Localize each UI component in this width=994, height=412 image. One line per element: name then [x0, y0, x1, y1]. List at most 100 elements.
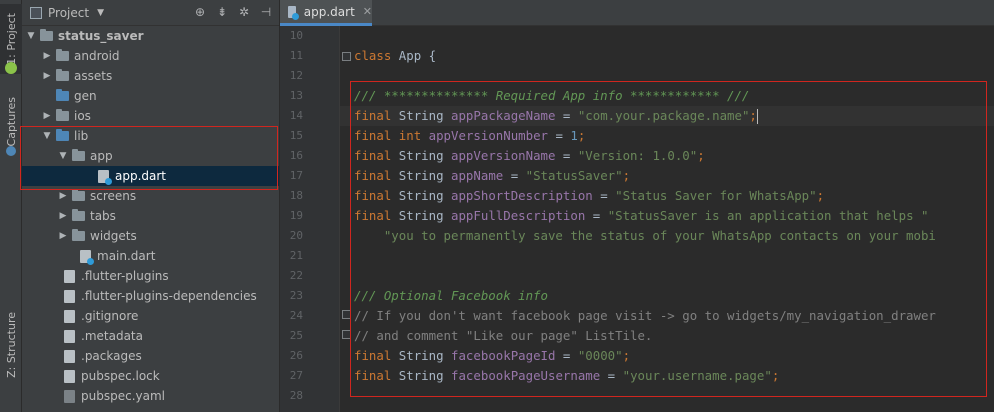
tree-item-tabs[interactable]: ▶ tabs	[22, 206, 279, 226]
tree-item-label: .flutter-plugins	[81, 269, 169, 283]
tree-item-gen[interactable]: gen	[22, 86, 279, 106]
project-panel: Project ▼ ⊕ ⇟ ✲ ⊣ ▼ status_saver ▶ andro…	[20, 0, 280, 412]
tree-item-widgets[interactable]: ▶ widgets	[22, 226, 279, 246]
line-number: 21	[289, 249, 303, 262]
tab-label: app.dart	[303, 4, 355, 19]
tree-item-screens[interactable]: ▶ screens	[22, 186, 279, 206]
folder-icon	[72, 229, 85, 241]
tree-item-label: .gitignore	[81, 309, 139, 323]
tree-item-flutter-plugins-dependencies[interactable]: .flutter-plugins-dependencies	[22, 286, 279, 306]
tree-item-label: main.dart	[97, 249, 156, 263]
line-number: 16	[289, 149, 303, 162]
tree-item-label: screens	[90, 189, 137, 203]
folder-icon	[56, 89, 69, 101]
project-panel-header[interactable]: Project ▼ ⊕ ⇟ ✲ ⊣	[22, 0, 279, 26]
tab-app-dart[interactable]: app.dart ✕	[280, 0, 372, 26]
tree-item-label: .packages	[81, 349, 142, 363]
collapse-all-icon[interactable]: ⇟	[215, 5, 229, 19]
chevron-down-icon[interactable]: ▼	[97, 8, 104, 18]
tree-item-label: app.dart	[115, 169, 167, 183]
hide-panel-icon[interactable]: ⊣	[259, 5, 273, 19]
line-number: 25	[289, 329, 303, 342]
line-number: 20	[289, 229, 303, 242]
line-number: 27	[289, 369, 303, 382]
code-line-25: // and comment "Like our page" ListTile.	[354, 328, 653, 343]
expand-arrow-icon[interactable]: ▶	[58, 191, 68, 201]
line-number: 19	[289, 209, 303, 222]
line-number: 10	[289, 29, 303, 42]
expand-arrow-icon[interactable]: ▶	[58, 231, 68, 241]
tree-item-flutter-plugins[interactable]: .flutter-plugins	[22, 266, 279, 286]
dart-file-icon	[288, 5, 299, 20]
captures-tool-tab[interactable]: Captures	[0, 92, 22, 152]
line-number: 13	[289, 89, 303, 102]
tree-item-metadata[interactable]: .metadata	[22, 326, 279, 346]
line-number: 26	[289, 349, 303, 362]
file-icon	[64, 369, 75, 383]
code-line-20: "you to permanently save the status of y…	[354, 228, 936, 243]
code-editor[interactable]: class App { /// ************** Required …	[340, 26, 994, 412]
line-number: 22	[289, 269, 303, 282]
tree-item-label: ios	[74, 109, 91, 123]
line-number: 24	[289, 309, 303, 322]
tree-item-label: status_saver	[58, 29, 144, 43]
tree-item-pubspec-yaml[interactable]: pubspec.yaml	[22, 386, 279, 406]
gear-icon[interactable]: ✲	[237, 5, 251, 19]
project-tree: ▼ status_saver ▶ android ▶ assets gen ▶ …	[22, 26, 279, 406]
expand-arrow-icon[interactable]: ▶	[58, 211, 68, 221]
project-tool-tab-label: 1: Project	[4, 13, 18, 65]
tree-item-label: android	[74, 49, 120, 63]
tree-item-app-folder[interactable]: ▼ app	[22, 146, 279, 166]
code-line-18: final String appShortDescription = "Stat…	[354, 188, 825, 203]
code-line-14: final String appPackageName = "com.your.…	[354, 108, 758, 124]
close-icon[interactable]: ✕	[363, 5, 372, 18]
line-number: 28	[289, 389, 303, 402]
tree-item-label: .metadata	[81, 329, 143, 343]
captures-tool-tab-label: Captures	[4, 97, 18, 147]
tree-item-label: lib	[74, 129, 89, 143]
tree-item-ios[interactable]: ▶ ios	[22, 106, 279, 126]
line-number: 15	[289, 129, 303, 142]
structure-tool-tab[interactable]: Z: Structure	[0, 310, 22, 380]
tree-item-label: .flutter-plugins-dependencies	[81, 289, 257, 303]
folder-icon	[56, 109, 69, 121]
folder-icon	[72, 209, 85, 221]
expand-arrow-icon[interactable]: ▶	[42, 51, 52, 61]
file-icon	[64, 289, 75, 303]
code-line-23: /// Optional Facebook info	[354, 288, 548, 303]
expand-arrow-icon[interactable]: ▼	[26, 31, 36, 41]
tree-item-label: assets	[74, 69, 113, 83]
tree-item-packages[interactable]: .packages	[22, 346, 279, 366]
tree-item-android[interactable]: ▶ android	[22, 46, 279, 66]
tree-item-lib[interactable]: ▼ lib	[22, 126, 279, 146]
folder-icon	[56, 69, 69, 81]
expand-arrow-icon[interactable]: ▶	[42, 111, 52, 121]
dart-file-icon	[80, 249, 94, 265]
file-icon	[64, 309, 75, 323]
tree-item-gitignore[interactable]: .gitignore	[22, 306, 279, 326]
tree-item-label: tabs	[90, 209, 116, 223]
code-line-15: final int appVersionNumber = 1;	[354, 128, 586, 143]
project-view-icon	[30, 6, 42, 19]
line-number: 12	[289, 69, 303, 82]
tree-item-app-dart[interactable]: app.dart	[22, 166, 279, 186]
code-line-17: final String appName = "StatusSaver";	[354, 168, 631, 183]
expand-arrow-icon[interactable]: ▼	[42, 131, 52, 141]
line-number: 17	[289, 169, 303, 182]
file-icon	[64, 349, 75, 363]
code-line-26: final String facebookPageId = "0000";	[354, 348, 631, 363]
tree-item-assets[interactable]: ▶ assets	[22, 66, 279, 86]
code-line-19: final String appFullDescription = "Statu…	[354, 208, 929, 223]
tree-item-status-saver[interactable]: ▼ status_saver	[22, 26, 279, 46]
tree-item-label: gen	[74, 89, 97, 103]
locate-file-icon[interactable]: ⊕	[193, 5, 207, 19]
expand-arrow-icon[interactable]: ▶	[42, 71, 52, 81]
tree-item-pubspec-lock[interactable]: pubspec.lock	[22, 366, 279, 386]
expand-arrow-icon[interactable]: ▼	[58, 151, 68, 161]
tree-item-main-dart[interactable]: main.dart	[22, 246, 279, 266]
editor-tab-bar: app.dart ✕	[280, 0, 994, 26]
tree-item-label: pubspec.lock	[81, 369, 160, 383]
code-line-27: final String facebookPageUsername = "you…	[354, 368, 780, 383]
project-panel-title: Project	[48, 5, 90, 20]
android-icon	[5, 62, 17, 74]
